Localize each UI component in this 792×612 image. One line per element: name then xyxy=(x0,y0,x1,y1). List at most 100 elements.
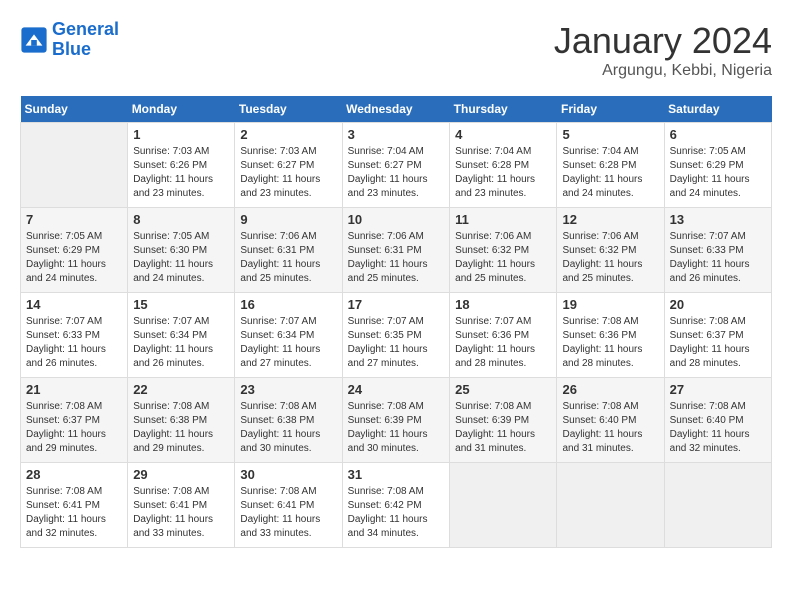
day-number: 29 xyxy=(133,467,229,482)
day-info: Sunrise: 7:08 AM Sunset: 6:39 PM Dayligh… xyxy=(455,400,551,456)
day-info: Sunrise: 7:08 AM Sunset: 6:38 PM Dayligh… xyxy=(240,400,336,456)
calendar-cell: 28 Sunrise: 7:08 AM Sunset: 6:41 PM Dayl… xyxy=(21,463,128,548)
calendar-cell: 10 Sunrise: 7:06 AM Sunset: 6:31 PM Dayl… xyxy=(342,208,450,293)
day-number: 9 xyxy=(240,212,336,227)
calendar-cell: 7 Sunrise: 7:05 AM Sunset: 6:29 PM Dayli… xyxy=(21,208,128,293)
day-info: Sunrise: 7:08 AM Sunset: 6:41 PM Dayligh… xyxy=(26,485,122,541)
day-number: 8 xyxy=(133,212,229,227)
day-info: Sunrise: 7:04 AM Sunset: 6:27 PM Dayligh… xyxy=(348,145,445,201)
day-info: Sunrise: 7:04 AM Sunset: 6:28 PM Dayligh… xyxy=(455,145,551,201)
day-info: Sunrise: 7:06 AM Sunset: 6:32 PM Dayligh… xyxy=(455,230,551,286)
day-number: 6 xyxy=(670,127,766,142)
day-number: 21 xyxy=(26,382,122,397)
calendar-cell: 1 Sunrise: 7:03 AM Sunset: 6:26 PM Dayli… xyxy=(128,123,235,208)
calendar-cell: 29 Sunrise: 7:08 AM Sunset: 6:41 PM Dayl… xyxy=(128,463,235,548)
page-header: General Blue January 2024 Argungu, Kebbi… xyxy=(20,20,772,80)
location: Argungu, Kebbi, Nigeria xyxy=(554,62,772,80)
day-number: 13 xyxy=(670,212,766,227)
day-info: Sunrise: 7:03 AM Sunset: 6:26 PM Dayligh… xyxy=(133,145,229,201)
calendar-cell: 2 Sunrise: 7:03 AM Sunset: 6:27 PM Dayli… xyxy=(235,123,342,208)
calendar-cell: 25 Sunrise: 7:08 AM Sunset: 6:39 PM Dayl… xyxy=(450,378,557,463)
calendar-cell: 4 Sunrise: 7:04 AM Sunset: 6:28 PM Dayli… xyxy=(450,123,557,208)
calendar-cell: 17 Sunrise: 7:07 AM Sunset: 6:35 PM Dayl… xyxy=(342,293,450,378)
day-info: Sunrise: 7:08 AM Sunset: 6:40 PM Dayligh… xyxy=(670,400,766,456)
calendar-week-1: 1 Sunrise: 7:03 AM Sunset: 6:26 PM Dayli… xyxy=(21,123,772,208)
day-info: Sunrise: 7:08 AM Sunset: 6:37 PM Dayligh… xyxy=(26,400,122,456)
calendar-cell: 24 Sunrise: 7:08 AM Sunset: 6:39 PM Dayl… xyxy=(342,378,450,463)
day-info: Sunrise: 7:08 AM Sunset: 6:37 PM Dayligh… xyxy=(670,315,766,371)
day-number: 7 xyxy=(26,212,122,227)
day-info: Sunrise: 7:07 AM Sunset: 6:36 PM Dayligh… xyxy=(455,315,551,371)
calendar-cell: 6 Sunrise: 7:05 AM Sunset: 6:29 PM Dayli… xyxy=(664,123,771,208)
calendar-cell xyxy=(557,463,664,548)
day-info: Sunrise: 7:07 AM Sunset: 6:33 PM Dayligh… xyxy=(670,230,766,286)
calendar-cell: 21 Sunrise: 7:08 AM Sunset: 6:37 PM Dayl… xyxy=(21,378,128,463)
calendar-cell: 5 Sunrise: 7:04 AM Sunset: 6:28 PM Dayli… xyxy=(557,123,664,208)
day-info: Sunrise: 7:06 AM Sunset: 6:31 PM Dayligh… xyxy=(240,230,336,286)
calendar-cell xyxy=(664,463,771,548)
day-info: Sunrise: 7:06 AM Sunset: 6:31 PM Dayligh… xyxy=(348,230,445,286)
day-number: 12 xyxy=(562,212,658,227)
calendar-week-5: 28 Sunrise: 7:08 AM Sunset: 6:41 PM Dayl… xyxy=(21,463,772,548)
day-number: 22 xyxy=(133,382,229,397)
day-info: Sunrise: 7:08 AM Sunset: 6:41 PM Dayligh… xyxy=(133,485,229,541)
day-number: 27 xyxy=(670,382,766,397)
day-info: Sunrise: 7:07 AM Sunset: 6:34 PM Dayligh… xyxy=(240,315,336,371)
day-info: Sunrise: 7:03 AM Sunset: 6:27 PM Dayligh… xyxy=(240,145,336,201)
day-info: Sunrise: 7:08 AM Sunset: 6:36 PM Dayligh… xyxy=(562,315,658,371)
day-info: Sunrise: 7:05 AM Sunset: 6:30 PM Dayligh… xyxy=(133,230,229,286)
calendar-cell: 23 Sunrise: 7:08 AM Sunset: 6:38 PM Dayl… xyxy=(235,378,342,463)
weekday-header-saturday: Saturday xyxy=(664,96,771,123)
calendar-cell: 12 Sunrise: 7:06 AM Sunset: 6:32 PM Dayl… xyxy=(557,208,664,293)
calendar-cell: 8 Sunrise: 7:05 AM Sunset: 6:30 PM Dayli… xyxy=(128,208,235,293)
weekday-header-sunday: Sunday xyxy=(21,96,128,123)
weekday-header-thursday: Thursday xyxy=(450,96,557,123)
calendar-cell: 22 Sunrise: 7:08 AM Sunset: 6:38 PM Dayl… xyxy=(128,378,235,463)
day-number: 19 xyxy=(562,297,658,312)
day-number: 26 xyxy=(562,382,658,397)
calendar-cell: 19 Sunrise: 7:08 AM Sunset: 6:36 PM Dayl… xyxy=(557,293,664,378)
calendar-cell: 14 Sunrise: 7:07 AM Sunset: 6:33 PM Dayl… xyxy=(21,293,128,378)
weekday-header-friday: Friday xyxy=(557,96,664,123)
day-number: 25 xyxy=(455,382,551,397)
day-info: Sunrise: 7:05 AM Sunset: 6:29 PM Dayligh… xyxy=(670,145,766,201)
day-number: 10 xyxy=(348,212,445,227)
calendar-cell: 27 Sunrise: 7:08 AM Sunset: 6:40 PM Dayl… xyxy=(664,378,771,463)
day-number: 11 xyxy=(455,212,551,227)
day-number: 2 xyxy=(240,127,336,142)
calendar-cell: 16 Sunrise: 7:07 AM Sunset: 6:34 PM Dayl… xyxy=(235,293,342,378)
month-title: January 2024 xyxy=(554,20,772,62)
calendar-cell: 26 Sunrise: 7:08 AM Sunset: 6:40 PM Dayl… xyxy=(557,378,664,463)
day-info: Sunrise: 7:07 AM Sunset: 6:35 PM Dayligh… xyxy=(348,315,445,371)
calendar-cell xyxy=(450,463,557,548)
calendar-cell: 30 Sunrise: 7:08 AM Sunset: 6:41 PM Dayl… xyxy=(235,463,342,548)
logo-text: General Blue xyxy=(52,20,119,60)
day-info: Sunrise: 7:08 AM Sunset: 6:40 PM Dayligh… xyxy=(562,400,658,456)
day-info: Sunrise: 7:08 AM Sunset: 6:42 PM Dayligh… xyxy=(348,485,445,541)
day-info: Sunrise: 7:08 AM Sunset: 6:41 PM Dayligh… xyxy=(240,485,336,541)
day-number: 17 xyxy=(348,297,445,312)
day-number: 20 xyxy=(670,297,766,312)
day-number: 3 xyxy=(348,127,445,142)
calendar-cell: 3 Sunrise: 7:04 AM Sunset: 6:27 PM Dayli… xyxy=(342,123,450,208)
day-info: Sunrise: 7:04 AM Sunset: 6:28 PM Dayligh… xyxy=(562,145,658,201)
calendar-cell xyxy=(21,123,128,208)
calendar-cell: 18 Sunrise: 7:07 AM Sunset: 6:36 PM Dayl… xyxy=(450,293,557,378)
day-number: 30 xyxy=(240,467,336,482)
logo-line2: Blue xyxy=(52,40,119,60)
day-info: Sunrise: 7:08 AM Sunset: 6:38 PM Dayligh… xyxy=(133,400,229,456)
logo-line1: General xyxy=(52,19,119,39)
day-number: 16 xyxy=(240,297,336,312)
weekday-header-tuesday: Tuesday xyxy=(235,96,342,123)
calendar-cell: 20 Sunrise: 7:08 AM Sunset: 6:37 PM Dayl… xyxy=(664,293,771,378)
day-info: Sunrise: 7:06 AM Sunset: 6:32 PM Dayligh… xyxy=(562,230,658,286)
day-number: 14 xyxy=(26,297,122,312)
day-number: 5 xyxy=(562,127,658,142)
calendar-table: SundayMondayTuesdayWednesdayThursdayFrid… xyxy=(20,96,772,548)
calendar-cell: 31 Sunrise: 7:08 AM Sunset: 6:42 PM Dayl… xyxy=(342,463,450,548)
calendar-cell: 13 Sunrise: 7:07 AM Sunset: 6:33 PM Dayl… xyxy=(664,208,771,293)
logo-icon xyxy=(20,26,48,54)
logo: General Blue xyxy=(20,20,119,60)
weekday-header-row: SundayMondayTuesdayWednesdayThursdayFrid… xyxy=(21,96,772,123)
weekday-header-monday: Monday xyxy=(128,96,235,123)
